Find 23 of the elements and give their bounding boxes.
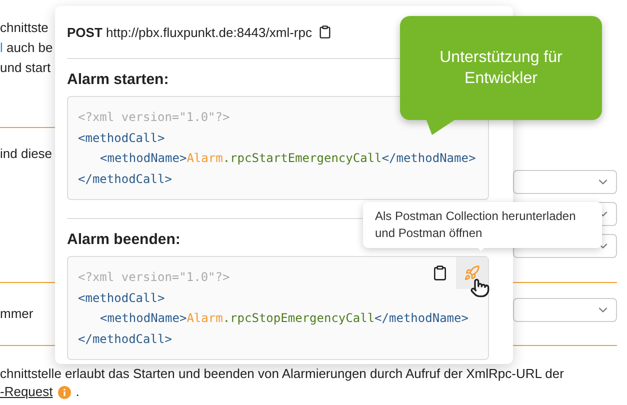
rocket-icon bbox=[464, 265, 480, 281]
request-url: POST http://pbx.fluxpunkt.de:8443/xml-rpc bbox=[67, 24, 312, 40]
tooltip: Als Postman Collection herunterladen und Postman öffnen bbox=[363, 202, 602, 248]
paragraph-text: chnittste bbox=[0, 19, 50, 37]
tooltip-arrow bbox=[475, 245, 487, 251]
setting-label: ind diese bbox=[0, 146, 54, 162]
request-link[interactable]: -Request bbox=[0, 383, 53, 401]
description-text: chnittstelle erlaubt das Starten und beenden von Alarmierungen durch Aufruf der XmlRpc-URL der bbox=[0, 365, 565, 383]
text-link[interactable]: l bbox=[0, 40, 3, 55]
code-block: <?xml version="1.0"?> <methodCall> <methodName>Alarm.rpcStopEmergencyCall</methodName> </methodCall> bbox=[67, 256, 489, 360]
paragraph-text: l auch be bbox=[0, 39, 54, 57]
section-title: Alarm beenden: bbox=[67, 231, 180, 248]
section-title: Alarm starten: bbox=[67, 71, 169, 88]
callout-tail bbox=[426, 119, 456, 135]
clipboard-icon bbox=[432, 265, 448, 281]
setting-label: mmer bbox=[0, 306, 34, 322]
postman-button[interactable] bbox=[456, 257, 488, 289]
period-text: . bbox=[76, 383, 80, 401]
paragraph-text: und start bbox=[0, 59, 52, 77]
code-block: <?xml version="1.0"?> <methodCall> <methodName>Alarm.rpcStartEmergencyCall</methodName> </methodCall> bbox=[67, 96, 489, 200]
callout-bubble: Unterstützung für Entwickler bbox=[400, 16, 602, 120]
hand-cursor-icon bbox=[470, 278, 490, 298]
copy-icon[interactable] bbox=[318, 25, 332, 39]
